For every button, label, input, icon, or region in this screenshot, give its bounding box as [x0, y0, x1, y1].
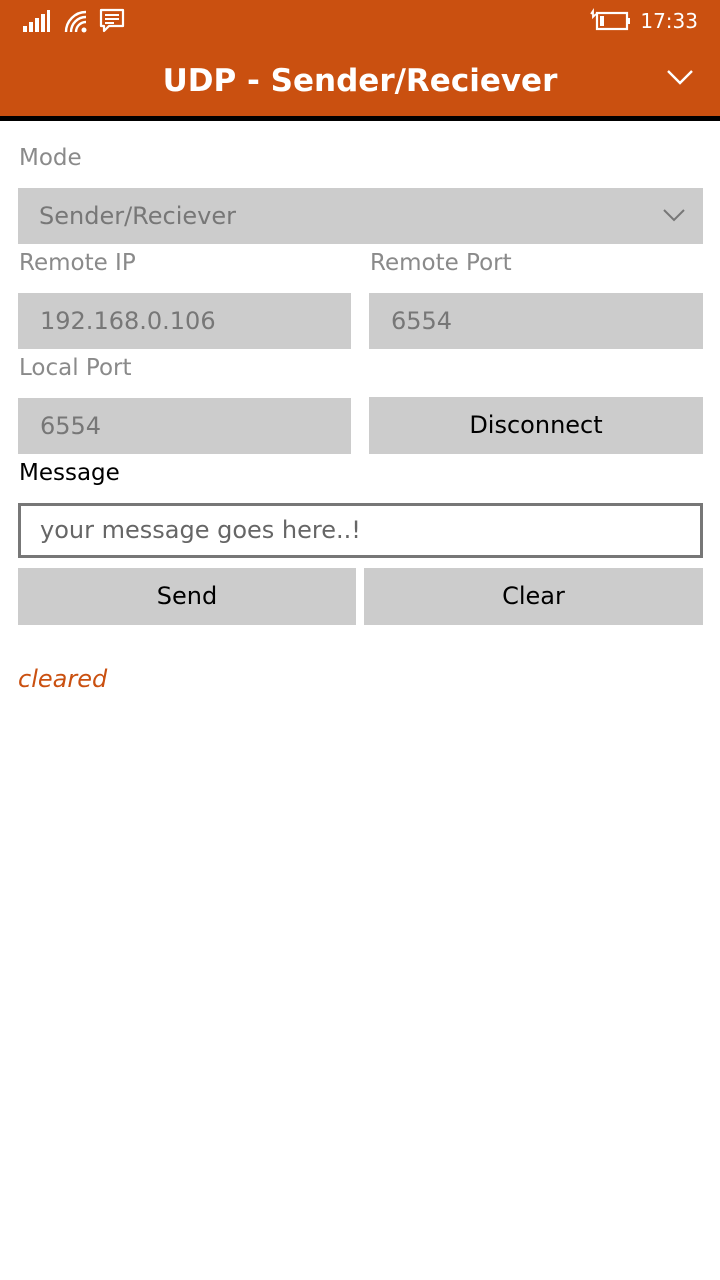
status-bar: 17:33 — [0, 0, 720, 42]
message-label: Message — [19, 460, 120, 486]
header-divider — [0, 116, 720, 121]
message-icon — [99, 8, 125, 33]
page-title: UDP - Sender/Reciever — [162, 63, 558, 99]
remote-port-input[interactable]: 6554 — [369, 293, 703, 349]
status-message: cleared — [18, 665, 108, 693]
mode-select-value: Sender/Reciever — [39, 202, 236, 230]
send-button[interactable]: Send — [18, 568, 356, 625]
disconnect-button[interactable]: Disconnect — [369, 397, 703, 454]
mode-select[interactable]: Sender/Reciever — [18, 188, 703, 244]
chevron-down-icon[interactable] — [666, 68, 694, 86]
local-port-label: Local Port — [19, 355, 132, 381]
message-input[interactable]: your message goes here..! — [18, 503, 703, 558]
status-clock: 17:33 — [640, 9, 698, 33]
remote-ip-input[interactable]: 192.168.0.106 — [18, 293, 351, 349]
signal-icon — [23, 10, 50, 32]
wifi-icon — [64, 10, 87, 33]
remote-ip-label: Remote IP — [19, 250, 136, 276]
local-port-input[interactable]: 6554 — [18, 398, 351, 454]
chevron-down-icon — [663, 209, 685, 222]
clear-button[interactable]: Clear — [364, 568, 703, 625]
remote-port-label: Remote Port — [370, 250, 512, 276]
mode-label: Mode — [19, 145, 82, 171]
battery-icon — [590, 8, 630, 31]
